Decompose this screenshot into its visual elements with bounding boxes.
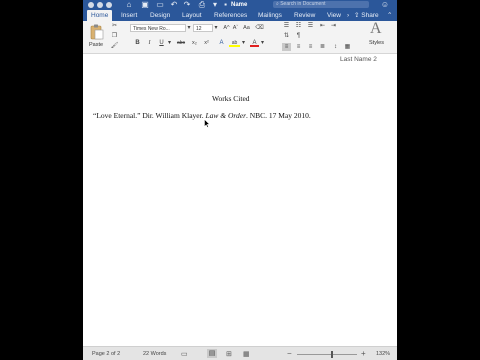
paste-label: Paste [89,42,104,48]
close-window-button[interactable] [88,2,94,8]
ribbon-home: Paste ✂ ❐ 🖌 Times New Ro... ▾ 12 ▾ A^ Aˇ… [83,20,397,54]
align-right-icon[interactable]: ≡ [306,43,315,51]
document-page[interactable]: Last Name 2 Works Cited “Love Eternal.” … [83,54,397,346]
tab-home[interactable]: Home [87,10,113,21]
word-count[interactable]: 22 Words [143,351,166,357]
citation-text-part1: “Love Eternal.” Dir. William Klayer. [93,111,206,120]
ribbon-tab-row: Home Insert Design Layout References Mai… [83,10,397,21]
citation-entry: “Love Eternal.” Dir. William Klayer. Law… [93,111,311,120]
underline-chevron-icon[interactable]: ▾ [167,39,172,47]
borders-icon[interactable]: ▦ [343,43,352,51]
format-painter-icon[interactable]: 🖌 [110,42,119,50]
change-case-button[interactable]: Aa [241,24,252,32]
print-icon[interactable]: ⎙ [198,1,206,9]
cut-icon[interactable]: ✂ [110,22,119,30]
page-header-text: Last Name 2 [340,56,377,63]
superscript-button[interactable]: x² [202,39,211,47]
numbering-icon[interactable]: ☷ [294,22,303,30]
font-name-value: Times New Ro... [133,26,170,32]
tab-view[interactable]: View [327,10,341,21]
document-title: Name [231,2,248,8]
font-color-button[interactable]: A [250,39,259,47]
redo-icon[interactable]: ↷ [183,1,191,9]
zoom-slider[interactable] [297,351,357,358]
font-size-chevron-icon[interactable]: ▾ [213,24,219,32]
zoom-window-button[interactable] [106,2,112,8]
search-placeholder: Search in Document [280,1,326,7]
styles-label: Styles [369,40,384,46]
font-color-chevron-icon[interactable]: ▾ [260,39,265,47]
account-icon[interactable]: ☺ [380,1,390,9]
decrease-indent-icon[interactable]: ⇤ [318,22,327,30]
title-bar: ⌂ ▣ ▭ ↶ ↷ ⎙ ▾ ▪ Name ⌕ Search in Documen… [83,0,397,10]
mouse-pointer-icon [204,119,210,128]
show-formatting-icon[interactable]: ¶ [294,32,303,40]
zoom-out-icon[interactable]: − [287,349,292,358]
clear-formatting-icon[interactable]: ⌫ [255,24,264,32]
word-window: ⌂ ▣ ▭ ↶ ↷ ⎙ ▾ ▪ Name ⌕ Search in Documen… [83,0,397,360]
tab-layout[interactable]: Layout [182,10,202,21]
document-icon: ▪ [224,0,227,9]
tab-overflow-chevron-icon[interactable]: › [347,10,349,21]
tab-references[interactable]: References [214,10,247,21]
highlight-chevron-icon[interactable]: ▾ [241,39,246,47]
justify-icon[interactable]: ≣ [318,43,327,51]
text-effects-icon[interactable]: A [216,39,227,47]
page-count[interactable]: Page 2 of 2 [92,351,120,357]
citation-text-part2: . NBC. 17 May 2010. [246,111,311,120]
undo-icon[interactable]: ↶ [170,1,178,9]
copy-icon[interactable]: ❐ [110,32,119,40]
focus-view-icon[interactable]: ▦ [243,350,250,358]
web-layout-view-icon[interactable]: ⊞ [226,350,232,358]
paste-icon [90,24,104,40]
increase-indent-icon[interactable]: ⇥ [329,22,338,30]
font-name-chevron-icon[interactable]: ▾ [186,24,192,32]
tab-design[interactable]: Design [150,10,170,21]
collapse-ribbon-icon[interactable]: ⌃ [387,10,392,21]
tab-mailings[interactable]: Mailings [258,10,282,21]
sort-icon[interactable]: ⇅ [282,32,291,40]
proofing-icon[interactable]: ▭ [181,350,188,358]
zoom-level[interactable]: 132% [376,351,390,357]
home-icon[interactable]: ⌂ [125,1,133,9]
shrink-font-button[interactable]: Aˇ [231,24,240,32]
tab-review[interactable]: Review [294,10,315,21]
search-input[interactable]: ⌕ Search in Document [273,1,369,8]
subscript-button[interactable]: x₂ [190,39,199,47]
citation-italic-title: Law & Order [205,111,247,120]
font-size-select[interactable]: 12 [193,24,213,32]
open-folder-icon[interactable]: ▭ [156,1,164,9]
align-center-icon[interactable]: ≡ [294,43,303,51]
styles-icon[interactable]: A [370,20,382,38]
zoom-slider-thumb[interactable] [331,351,333,358]
multilevel-list-icon[interactable]: ☰ [306,22,315,30]
align-left-icon[interactable]: ≡ [282,43,291,51]
strikethrough-button[interactable]: abc [175,39,187,47]
paste-button[interactable]: Paste [87,23,107,51]
works-cited-heading: Works Cited [212,94,250,103]
save-icon[interactable]: ▣ [141,1,149,9]
italic-button[interactable]: I [145,39,154,47]
zoom-in-icon[interactable]: + [361,349,366,358]
customize-toolbar-icon[interactable]: ▾ [211,1,219,9]
bullets-icon[interactable]: ☰ [282,22,291,30]
share-label: Share [361,12,379,19]
bold-button[interactable]: B [133,39,142,47]
tab-insert[interactable]: Insert [121,10,137,21]
line-spacing-icon[interactable]: ↕ [331,43,340,51]
status-bar: Page 2 of 2 22 Words ▭ ▤ ⊞ ▦ − + 132% [83,346,397,360]
underline-button[interactable]: U [157,39,166,47]
grow-font-button[interactable]: A^ [222,24,231,32]
font-size-value: 12 [196,26,202,32]
highlight-button[interactable]: ab [229,39,240,47]
print-layout-view-icon[interactable]: ▤ [207,349,217,358]
font-name-select[interactable]: Times New Ro... [130,24,186,32]
minimize-window-button[interactable] [97,2,103,8]
